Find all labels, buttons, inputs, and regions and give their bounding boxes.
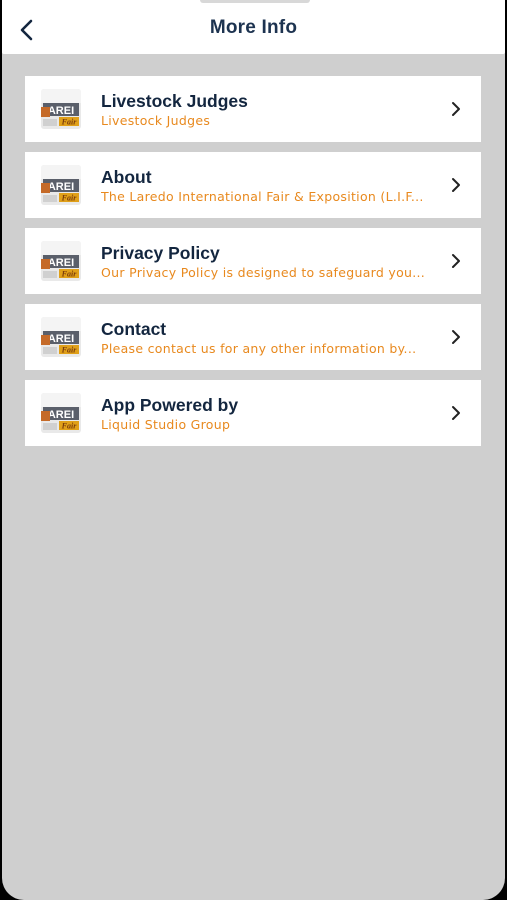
item-subtitle: Livestock Judges: [101, 113, 211, 128]
device-frame: More Info AREI Fair Livestock Judges Liv…: [0, 0, 507, 900]
item-subtitle: Liquid Studio Group: [101, 417, 231, 432]
item-subtitle: The Laredo International Fair & Expositi…: [101, 189, 424, 204]
list-item-livestock-judges[interactable]: AREI Fair Livestock Judges Livestock Jud…: [25, 76, 481, 142]
item-title: Privacy Policy: [101, 243, 220, 263]
list-item-contact[interactable]: AREI Fair Contact Please contact us for …: [25, 304, 481, 370]
page-title: More Info: [209, 17, 298, 38]
svg-text:AREI: AREI: [48, 257, 74, 269]
item-subtitle: Our Privacy Policy is designed to safegu…: [101, 265, 426, 280]
item-title: App Powered by: [101, 395, 239, 415]
chevron-right-icon: [452, 330, 460, 344]
svg-text:Fair: Fair: [61, 118, 78, 127]
chevron-right-icon: [452, 254, 460, 268]
laredo-fair-logo-icon: AREI Fair: [41, 89, 81, 129]
laredo-fair-logo-icon: AREI Fair: [41, 393, 81, 433]
screen: More Info AREI Fair Livestock Judges Liv…: [2, 0, 505, 900]
list-item-privacy-policy[interactable]: AREI Fair Privacy Policy Our Privacy Pol…: [25, 228, 481, 294]
list-item-about[interactable]: AREI Fair About The Laredo International…: [25, 152, 481, 218]
svg-text:AREI: AREI: [48, 409, 74, 421]
chevron-right-icon: [452, 406, 460, 420]
info-list: AREI Fair Livestock Judges Livestock Jud…: [25, 76, 481, 456]
svg-text:AREI: AREI: [48, 181, 74, 193]
chevron-right-icon: [452, 178, 460, 192]
svg-text:Fair: Fair: [61, 422, 78, 431]
navigation-bar: More Info: [2, 0, 505, 54]
laredo-fair-logo-icon: AREI Fair: [41, 241, 81, 281]
item-subtitle: Please contact us for any other informat…: [101, 341, 417, 356]
chevron-right-icon: [452, 102, 460, 116]
svg-text:AREI: AREI: [48, 105, 74, 117]
svg-text:Fair: Fair: [61, 270, 78, 279]
laredo-fair-logo-icon: AREI Fair: [41, 165, 81, 205]
svg-text:Fair: Fair: [61, 194, 78, 203]
notch-edge: [200, 0, 310, 3]
item-title: Livestock Judges: [101, 91, 248, 111]
laredo-fair-logo-icon: AREI Fair: [41, 317, 81, 357]
item-title: About: [101, 167, 152, 187]
item-title: Contact: [101, 319, 167, 339]
svg-text:Fair: Fair: [61, 346, 78, 355]
list-item-app-powered-by[interactable]: AREI Fair App Powered by Liquid Studio G…: [25, 380, 481, 446]
svg-text:AREI: AREI: [48, 333, 74, 345]
